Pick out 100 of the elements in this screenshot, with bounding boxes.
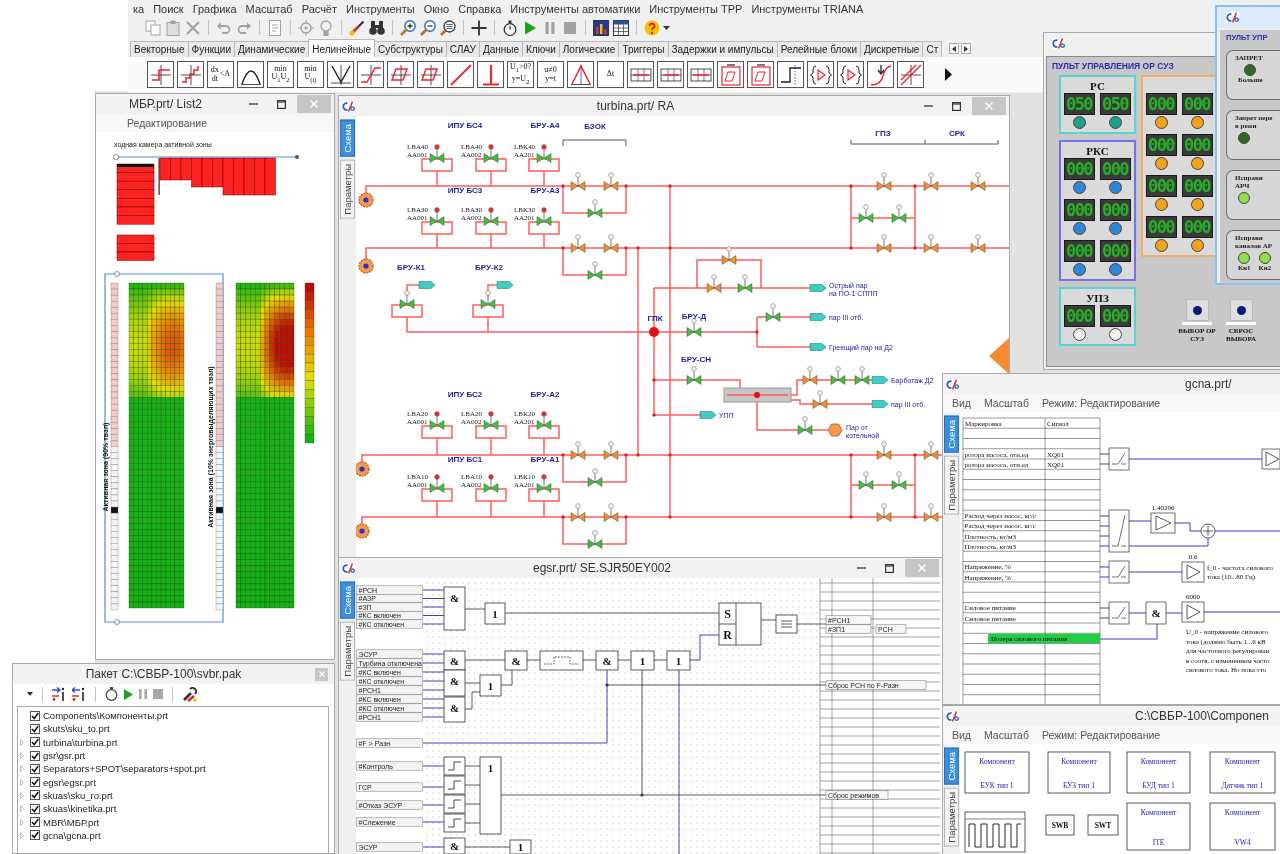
side-tab[interactable]: Параметры — [340, 621, 355, 681]
palette-block[interactable] — [327, 61, 354, 88]
palette-block[interactable] — [687, 61, 714, 88]
palette-tab[interactable]: Динамические — [234, 41, 310, 57]
palette-block[interactable] — [177, 61, 204, 88]
valve-icon[interactable] — [923, 172, 939, 191]
tree-item[interactable]: gcna\gcna.prt — [43, 829, 101, 841]
checkbox[interactable] — [30, 750, 40, 761]
brush-icon[interactable] — [349, 19, 365, 36]
valve-icon[interactable] — [570, 172, 586, 191]
menu-item[interactable]: Вид — [952, 729, 971, 741]
scroll-right-button[interactable] — [945, 68, 952, 81]
valve-icon[interactable] — [570, 503, 586, 522]
palette-block[interactable]: Δt — [597, 61, 624, 88]
valve-icon[interactable] — [603, 172, 619, 191]
sort-arrows-icon[interactable] — [52, 687, 66, 701]
valve-icon[interactable] — [429, 144, 445, 163]
valve-icon[interactable] — [970, 172, 986, 191]
valve-icon[interactable] — [858, 471, 874, 490]
menu-item[interactable]: Инструменты TRIANA — [751, 2, 864, 15]
checkbox[interactable] — [30, 790, 40, 801]
valve-icon[interactable] — [923, 234, 939, 253]
palette-tab[interactable]: СЛАУ — [445, 41, 480, 57]
valve-icon[interactable] — [603, 503, 619, 522]
valve-icon[interactable] — [891, 204, 907, 223]
checkbox[interactable] — [30, 723, 40, 734]
tree-item[interactable]: skuas\sku_ro.prt — [43, 789, 113, 801]
bar-chart-icon[interactable] — [593, 19, 609, 36]
palette-tab[interactable]: Ключи — [522, 41, 560, 57]
menu-item[interactable]: Масштаб — [984, 397, 1029, 409]
palette-block[interactable]: min U$_{(i)}$ — [297, 61, 324, 88]
palette-tab[interactable]: Дискретные — [860, 41, 924, 57]
valve-icon[interactable] — [536, 144, 552, 163]
palette-block[interactable] — [897, 61, 924, 88]
valve-icon[interactable] — [587, 530, 603, 549]
checkbox[interactable] — [30, 817, 40, 827]
round-button[interactable] — [1155, 157, 1168, 170]
round-button[interactable] — [1109, 222, 1122, 235]
valve-icon[interactable] — [536, 474, 552, 493]
valve-icon[interactable] — [876, 234, 892, 253]
palette-block[interactable] — [717, 61, 744, 88]
palette-block[interactable] — [657, 61, 684, 88]
help-icon[interactable] — [644, 19, 660, 36]
tree-item[interactable]: egsr\egsr.prt — [43, 776, 96, 788]
side-tab[interactable]: Параметры — [340, 159, 355, 219]
valve-icon[interactable] — [536, 411, 552, 430]
menu-item[interactable]: Инструменты — [346, 2, 415, 15]
valve-icon[interactable] — [429, 411, 445, 430]
round-button[interactable] — [1109, 263, 1122, 276]
palette-block[interactable] — [387, 61, 414, 88]
checkbox[interactable] — [30, 710, 40, 721]
palette-tab[interactable]: Релейные блоки — [776, 41, 861, 57]
checkbox[interactable] — [30, 777, 40, 788]
tree-item[interactable]: Components\Компоненты.prt — [43, 710, 168, 722]
palette-tab[interactable]: Функции — [187, 41, 235, 57]
menu-item[interactable]: Режим: Редактирование — [1041, 729, 1161, 741]
valve-icon[interactable] — [587, 199, 603, 218]
zoom-fit-icon[interactable] — [440, 19, 456, 36]
round-button[interactable] — [1109, 116, 1122, 129]
palette-block[interactable] — [147, 61, 174, 88]
palette-tab[interactable]: Субструктуры — [374, 41, 447, 57]
palette-block[interactable] — [837, 61, 864, 88]
menu-item[interactable]: Масштаб — [984, 729, 1029, 741]
palette-block[interactable] — [807, 61, 834, 88]
valve-icon[interactable] — [891, 471, 907, 490]
valve-icon[interactable] — [721, 246, 737, 265]
tools-icon[interactable] — [182, 686, 197, 702]
valve-icon[interactable] — [483, 474, 499, 493]
palette-block[interactable] — [237, 61, 264, 88]
scroll-right-button[interactable] — [961, 43, 972, 54]
pulse-generator-block[interactable] — [964, 811, 1026, 853]
checkbox[interactable] — [30, 803, 40, 814]
palette-tab[interactable]: Триггеры — [618, 41, 669, 57]
valve-icon[interactable] — [399, 290, 415, 309]
palette-tab[interactable]: Данные — [478, 41, 523, 57]
round-button[interactable] — [1073, 328, 1086, 341]
palette-block[interactable] — [417, 61, 444, 88]
valve-icon[interactable] — [923, 441, 939, 460]
tree-item[interactable]: MBR\МБР.prt — [43, 816, 100, 828]
valve-icon[interactable] — [603, 234, 619, 253]
select-button[interactable] — [1185, 299, 1209, 321]
valve-icon[interactable] — [480, 290, 496, 309]
zoom-in-icon[interactable] — [400, 19, 416, 36]
menu-item[interactable]: Графика — [192, 2, 237, 15]
round-button[interactable] — [1073, 222, 1086, 235]
round-button[interactable] — [1109, 328, 1122, 341]
select-button[interactable] — [1229, 299, 1253, 321]
valve-icon[interactable] — [765, 303, 781, 322]
round-button[interactable] — [1191, 239, 1204, 252]
palette-block[interactable] — [777, 61, 804, 88]
menu-item[interactable]: Режим: Редактирование — [1041, 397, 1161, 409]
palette-block[interactable] — [867, 61, 894, 88]
palette-tab[interactable]: Ст — [922, 41, 943, 57]
tree-item[interactable]: turbina\turbina.prt — [43, 736, 118, 748]
caret-icon[interactable] — [27, 692, 33, 696]
palette-block[interactable] — [627, 61, 654, 88]
tree-item[interactable]: skuas\kinetika.prt — [43, 803, 117, 815]
table-icon[interactable] — [613, 19, 629, 36]
valve-icon[interactable] — [587, 261, 603, 280]
menu-item[interactable]: Масштаб — [245, 2, 293, 15]
